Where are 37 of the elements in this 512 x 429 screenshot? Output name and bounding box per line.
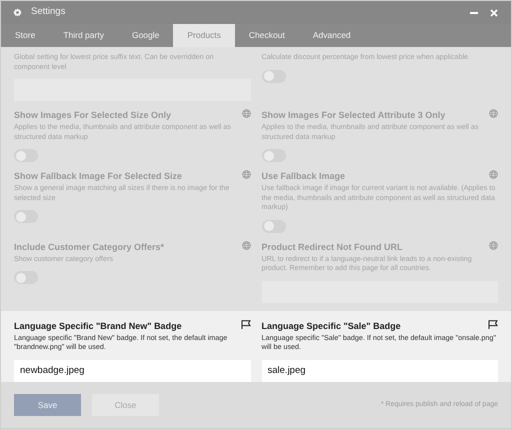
setting-title: Show Images For Selected Size Only <box>14 109 172 121</box>
flag-icon <box>240 320 250 328</box>
globe-icon <box>242 240 250 250</box>
window-title: Settings <box>31 5 66 20</box>
close-button[interactable]: Close <box>92 394 159 416</box>
toggle-switch[interactable] <box>14 271 38 284</box>
tab[interactable]: Products <box>173 24 235 47</box>
settings-icon <box>13 8 22 17</box>
globe-icon <box>242 109 250 118</box>
toggle-switch[interactable] <box>14 210 38 223</box>
globe-icon <box>489 170 498 179</box>
toggle-switch[interactable] <box>14 149 38 162</box>
tab[interactable]: Third party <box>49 24 118 47</box>
globe-icon <box>489 240 498 250</box>
tab[interactable]: Google <box>118 24 174 47</box>
toggle-switch[interactable] <box>262 149 286 162</box>
close-button[interactable] <box>489 8 499 18</box>
close-icon <box>490 8 498 16</box>
toggle-switch[interactable] <box>262 220 286 232</box>
input-field[interactable]: sale.jpeg <box>262 360 498 382</box>
setting-title: Use Fallback Image <box>262 170 346 182</box>
save-button[interactable]: Save <box>14 394 81 416</box>
setting-title: Show Fallback Image For Selected Size <box>14 170 182 182</box>
flag-icon <box>488 320 498 328</box>
tab[interactable]: Advanced <box>298 24 365 47</box>
tab[interactable]: Checkout <box>234 24 299 47</box>
globe-icon <box>242 170 250 179</box>
setting-title: Include Customer Category Offers* <box>14 240 164 252</box>
setting-title: Show Images For Selected Attribute 3 Only <box>262 109 446 121</box>
tab[interactable]: Store <box>1 24 50 47</box>
globe-icon <box>489 109 498 118</box>
setting-title: Language Specific "Sale" Badge <box>262 320 401 332</box>
minimize-icon <box>470 12 478 14</box>
toggle-switch[interactable] <box>262 70 286 82</box>
input-field[interactable]: newbadge.jpeg <box>14 360 250 382</box>
setting-title: Language Specific "Brand New" Badge <box>14 320 182 332</box>
setting-title: Product Redirect Not Found URL <box>262 240 402 252</box>
